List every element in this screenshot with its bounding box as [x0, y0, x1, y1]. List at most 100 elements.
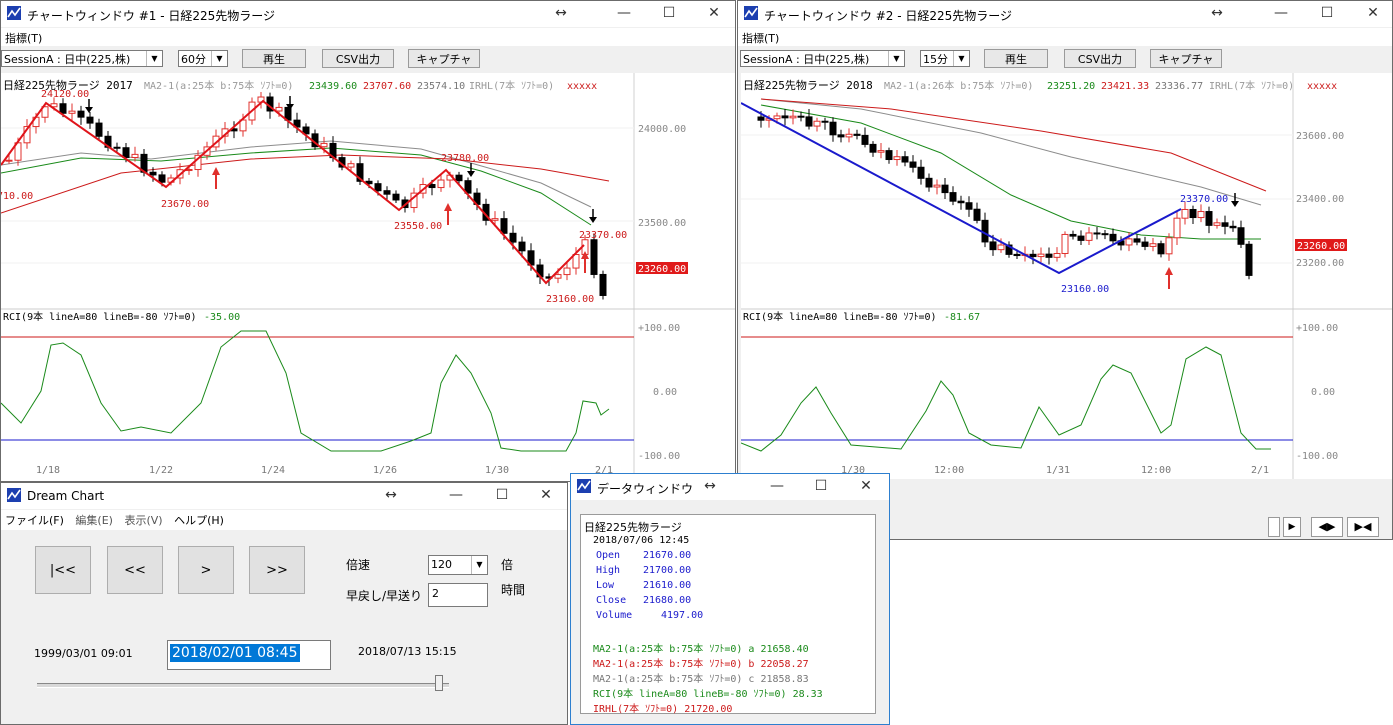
play-button[interactable]: 再生	[242, 49, 306, 68]
candle-body	[925, 177, 933, 188]
date-label: 12:00	[934, 465, 964, 476]
ma-c-value: MA2-1(a:25本 b:75本 ｿﾌﾄ=0) c 21858.83	[593, 674, 809, 685]
sell-signal-arrow-icon	[467, 171, 475, 177]
dream-chart-titlebar[interactable]: Dream Chart ↔ — ☐ ✕	[1, 483, 567, 509]
resize-arrows-icon[interactable]: ↔	[695, 476, 725, 496]
menu-view[interactable]: 表示(V)	[120, 510, 166, 528]
timeline-slider-track[interactable]	[37, 683, 449, 688]
maximize-button[interactable]: ☐	[654, 3, 684, 23]
rewind-button[interactable]: <<	[107, 546, 163, 594]
instrument-name: 日経225先物ラージ	[584, 521, 682, 534]
date-label: 1/22	[149, 465, 173, 476]
candle-body	[1029, 253, 1037, 258]
candle-body	[1229, 225, 1237, 229]
menu-file[interactable]: ファイル(F)	[1, 510, 68, 528]
chart-window-2-titlebar[interactable]: チャートウィンドウ #2 - 日経225先物ラージ ↔ — ☐ ✕	[738, 1, 1392, 27]
candle-body	[1077, 235, 1085, 241]
csv-export-button[interactable]: CSV出力	[322, 49, 394, 68]
chart-canvas[interactable]: 日経225先物ラージ 2018 MA2-1(a:26本 b:75本 ｿﾌﾄ=0)…	[741, 73, 1392, 479]
minimize-button[interactable]: —	[609, 3, 639, 23]
app-icon	[577, 479, 591, 493]
csv-export-button[interactable]: CSV出力	[1064, 49, 1136, 68]
app-icon	[744, 6, 758, 20]
ma-c-line	[1, 140, 592, 208]
minimize-button[interactable]: —	[762, 476, 792, 496]
chart-area[interactable]: 日経225先物ラージ 2018 MA2-1(a:26本 b:75本 ｿﾌﾄ=0)…	[741, 73, 1392, 479]
step-forward-button[interactable]: ▶	[1283, 517, 1301, 537]
candle-body	[885, 150, 893, 161]
volume-label: Volume	[596, 610, 633, 621]
date-label: 1/26	[373, 465, 397, 476]
ma-label: MA2-1(a:25本 b:75本 ｿﾌﾄ=0)	[144, 79, 293, 92]
session-select-value: SessionA : 日中(225,株)	[4, 53, 131, 66]
candle-body	[1053, 252, 1061, 258]
close-button[interactable]: ✕	[699, 3, 729, 23]
jump-start-button[interactable]: |<<	[35, 546, 91, 594]
rci-tick-label: 0.00	[1311, 387, 1335, 398]
rci-tick-label: 0.00	[653, 387, 677, 398]
low-label: Low	[596, 580, 615, 591]
ma-value-a: 23251.20	[1047, 81, 1095, 92]
capture-button[interactable]: キャプチャ	[1150, 49, 1222, 68]
speed-unit: 倍	[501, 558, 514, 572]
rci-value: -81.67	[944, 312, 980, 323]
price-tick-label: 23200.00	[1296, 258, 1344, 269]
menu-indicators[interactable]: 指標(T)	[1, 28, 46, 46]
speed-select[interactable]: 120 ▼	[428, 555, 488, 575]
fast-forward-button[interactable]: >>	[249, 546, 305, 594]
rci-label: RCI(9本 lineA=80 lineB=-80 ｿﾌﾄ=0)	[743, 310, 937, 323]
chart-window-1: チャートウィンドウ #1 - 日経225先物ラージ ↔ — ☐ ✕ 指標(T) …	[0, 0, 736, 482]
session-select[interactable]: SessionA : 日中(225,株) ▼	[1, 50, 163, 67]
chart-canvas[interactable]: 日経225先物ラージ 2017 MA2-1(a:25本 b:75本 ｿﾌﾄ=0)…	[1, 73, 735, 481]
maximize-button[interactable]: ☐	[1312, 3, 1342, 23]
resize-arrows-icon[interactable]: ↔	[1202, 3, 1232, 23]
data-window: データウィンドウ ↔ — ☐ ✕ 日経225先物ラージ 2018/07/06 1…	[570, 473, 890, 725]
candle-body	[122, 147, 130, 158]
play-button[interactable]: >	[178, 546, 234, 594]
ma-c-line	[760, 98, 1262, 206]
chart-area[interactable]: 日経225先物ラージ 2017 MA2-1(a:25本 b:75本 ｿﾌﾄ=0)…	[1, 73, 735, 481]
ma-b-line	[760, 98, 1267, 192]
chevron-down-icon: ▼	[888, 51, 904, 66]
current-date-input[interactable]: 2018/02/01 08:45	[167, 640, 331, 670]
peak-annotation: 23370.00	[1180, 194, 1228, 205]
resize-arrows-icon[interactable]: ↔	[546, 3, 576, 23]
minimize-button[interactable]: —	[441, 485, 471, 505]
candle-body	[275, 106, 283, 112]
candle-body	[949, 192, 957, 202]
capture-button[interactable]: キャプチャ	[408, 49, 480, 68]
high-value: 21700.00	[643, 565, 692, 576]
window-title: チャートウィンドウ #2 - 日経225先物ラージ	[764, 9, 1013, 23]
menu-help[interactable]: ヘルプ(H)	[170, 510, 228, 528]
candle-body	[973, 208, 981, 221]
play-button[interactable]: 再生	[984, 49, 1048, 68]
candle-body	[500, 218, 508, 234]
close-button[interactable]: ✕	[851, 476, 881, 496]
interval-select[interactable]: 60分 ▼	[178, 50, 228, 67]
zoom-out-button[interactable]: ▶◀	[1347, 517, 1379, 537]
maximize-button[interactable]: ☐	[806, 476, 836, 496]
candle-body	[383, 190, 391, 195]
candle-body	[1205, 211, 1213, 226]
timeline-slider-thumb[interactable]	[435, 675, 443, 691]
maximize-button[interactable]: ☐	[487, 485, 517, 505]
close-button[interactable]: ✕	[531, 485, 561, 505]
interval-select[interactable]: 15分 ▼	[920, 50, 970, 67]
app-icon	[7, 488, 21, 502]
menu-indicators[interactable]: 指標(T)	[738, 28, 783, 46]
menu-edit[interactable]: 編集(E)	[71, 510, 117, 528]
rewind-hours-input[interactable]: 2	[428, 583, 488, 607]
data-window-titlebar[interactable]: データウィンドウ ↔ — ☐ ✕	[571, 474, 889, 500]
zoom-in-button[interactable]: ◀▶	[1311, 517, 1343, 537]
chevron-down-icon: ▼	[471, 556, 487, 574]
trough-annotation: 23160.00	[1061, 284, 1109, 295]
trough-annotation: 23670.00	[161, 199, 209, 210]
close-button[interactable]: ✕	[1358, 3, 1388, 23]
candle-body	[757, 116, 765, 121]
session-select[interactable]: SessionA : 日中(225,株) ▼	[740, 50, 905, 67]
resize-arrows-icon[interactable]: ↔	[376, 485, 406, 505]
chart-window-1-titlebar[interactable]: チャートウィンドウ #1 - 日経225先物ラージ ↔ — ☐ ✕	[1, 1, 735, 27]
app-icon	[7, 6, 21, 20]
scroll-track[interactable]	[1268, 517, 1280, 537]
minimize-button[interactable]: —	[1266, 3, 1296, 23]
